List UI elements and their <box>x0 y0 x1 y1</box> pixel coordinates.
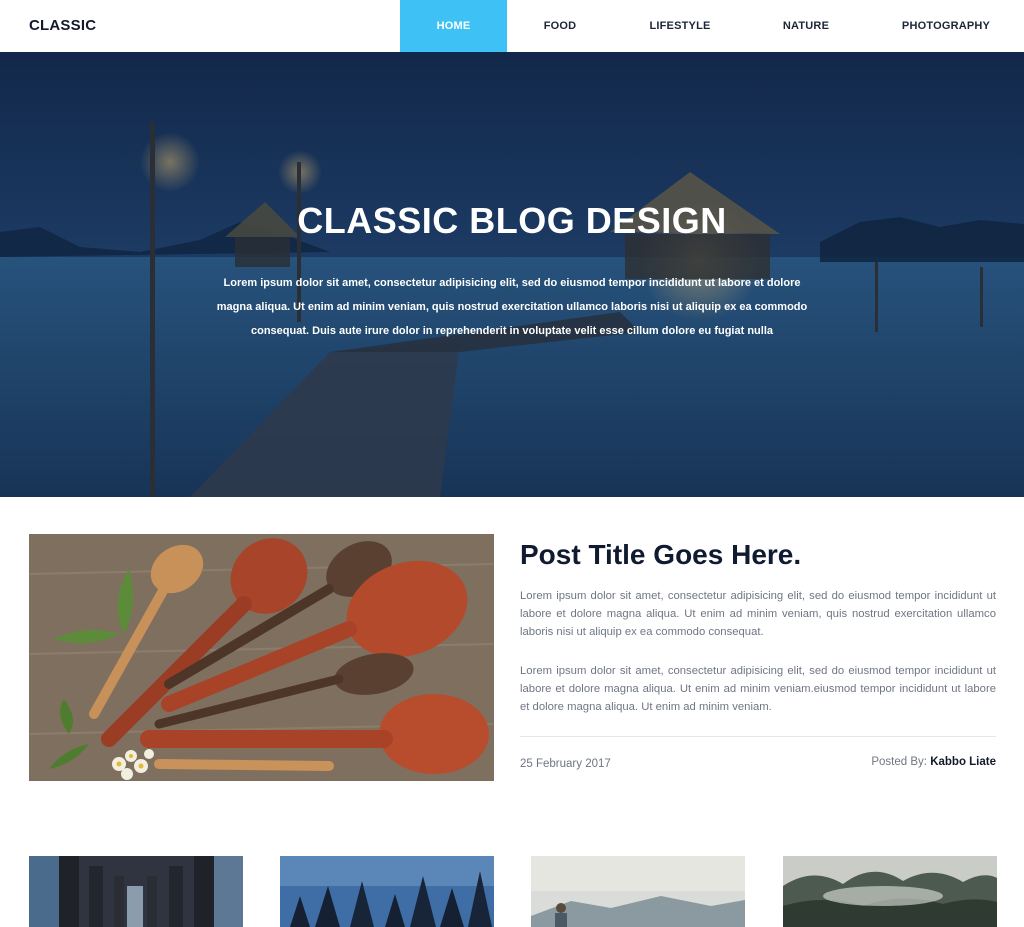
post-paragraph-1: Lorem ipsum dolor sit amet, consectetur … <box>520 590 996 638</box>
site-logo[interactable]: CLASSIC <box>29 17 96 34</box>
nav-item-photography[interactable]: PHOTOGRAPHY <box>888 0 1004 52</box>
nav-item-home[interactable]: HOME <box>400 0 507 52</box>
post-featured-image[interactable] <box>29 534 494 781</box>
post-paragraph-2: Lorem ipsum dolor sit amet, consectetur … <box>520 665 996 713</box>
post-date: 25 February 2017 <box>520 758 611 770</box>
nav-item-food[interactable]: FOOD <box>520 0 600 52</box>
hero-title: CLASSIC BLOG DESIGN <box>297 200 727 241</box>
wooden-spoons-illustration <box>29 534 494 781</box>
thumbnail-lifestyle-image[interactable] <box>531 856 745 927</box>
hero-description: Lorem ipsum dolor sit amet, consectetur … <box>216 277 808 337</box>
nav-item-lifestyle[interactable]: LIFESTYLE <box>635 0 725 52</box>
top-navbar: CLASSIC HOME FOOD LIFESTYLE NATURE PHOTO… <box>0 0 1024 52</box>
post-author[interactable]: Kabbo Liate <box>930 756 996 768</box>
thumbnail-foggy-forest-image[interactable] <box>783 856 997 927</box>
nav-item-nature[interactable]: NATURE <box>766 0 846 52</box>
post-divider <box>520 736 996 737</box>
post-author-line: Posted By: Kabbo Liate <box>871 756 996 768</box>
forest-illustration <box>280 856 494 927</box>
person-landscape-illustration <box>531 856 745 927</box>
posted-by-label: Posted By: <box>871 756 927 768</box>
pier-illustration <box>29 856 243 927</box>
hero-banner: CLASSIC BLOG DESIGN Lorem ipsum dolor si… <box>0 52 1024 497</box>
foggy-forest-illustration <box>783 856 997 927</box>
thumbnail-forest-image[interactable] <box>280 856 494 927</box>
post-title[interactable]: Post Title Goes Here. <box>520 539 801 571</box>
thumbnail-pier-image[interactable] <box>29 856 243 927</box>
